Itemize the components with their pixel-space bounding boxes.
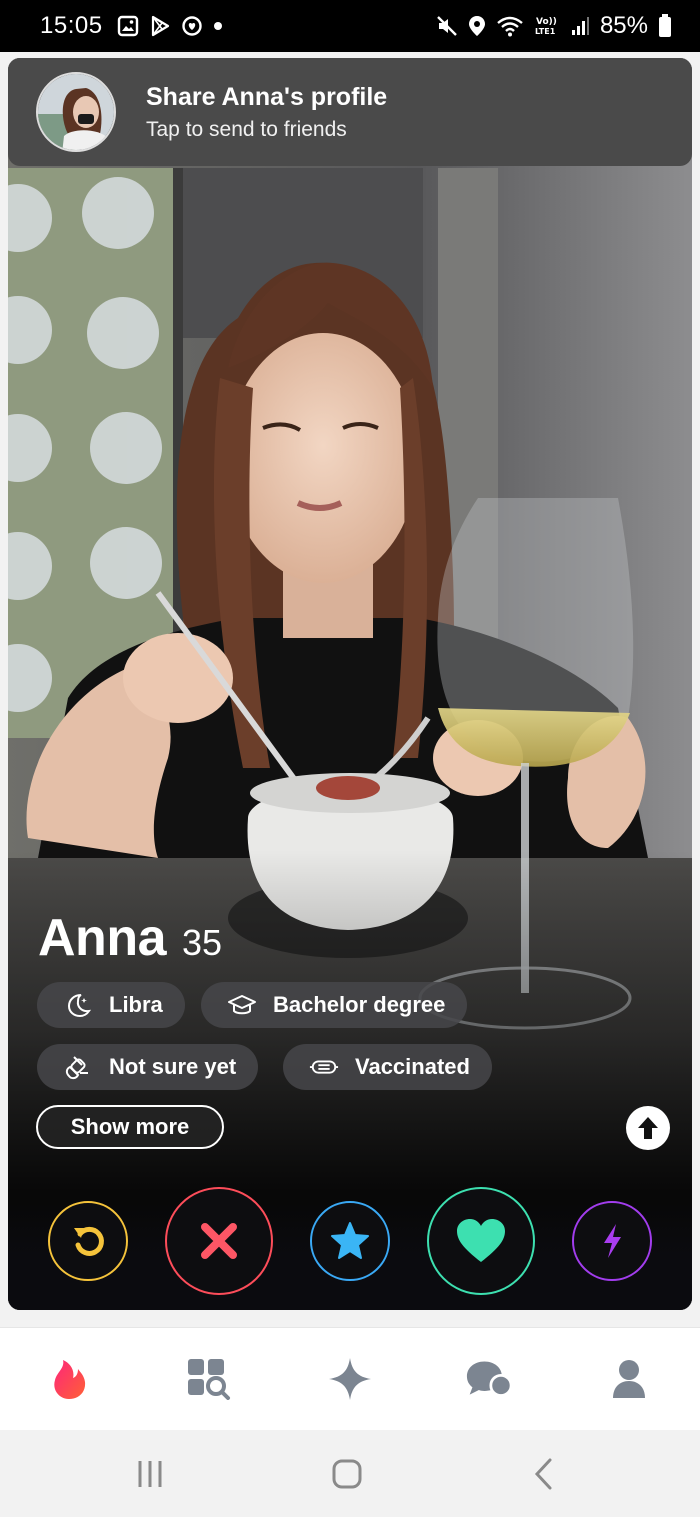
svg-text:LTE1: LTE1	[535, 27, 556, 36]
status-bar: 15:05 Vo)) LTE1 85%	[0, 0, 700, 52]
baby-bottle-icon	[63, 1052, 93, 1082]
chip-label: Not sure yet	[109, 1054, 237, 1079]
tinder-flame-icon	[54, 1360, 86, 1399]
star-icon	[331, 1222, 369, 1259]
nav-discover[interactable]	[46, 1356, 92, 1402]
chip-zodiac: Libra	[37, 982, 185, 1028]
share-subtitle: Tap to send to friends	[146, 117, 347, 141]
chat-icon	[466, 1361, 512, 1397]
home-button[interactable]	[325, 1452, 369, 1496]
spark-icon	[329, 1358, 371, 1400]
expand-profile-button[interactable]	[626, 1106, 670, 1150]
chip-family-plans: Not sure yet	[37, 1044, 259, 1090]
close-icon	[201, 1223, 237, 1259]
back-button[interactable]	[522, 1452, 566, 1496]
share-title: Share Anna's profile	[146, 82, 388, 111]
mute-icon	[437, 16, 457, 36]
avatar-illustration	[38, 74, 114, 150]
wifi-icon	[497, 16, 523, 37]
home-icon	[332, 1459, 362, 1489]
gallery-icon	[117, 15, 138, 37]
rewind-button[interactable]	[48, 1201, 128, 1281]
lte-icon: Vo))LTE1	[535, 17, 557, 36]
chip-label: Vaccinated	[355, 1054, 470, 1079]
profile-name: Anna	[38, 909, 167, 967]
share-avatar	[36, 72, 116, 152]
share-text: Share Anna's profile Tap to send to frie…	[146, 83, 387, 142]
battery-icon	[659, 14, 671, 37]
chip-label: Bachelor degree	[273, 992, 446, 1017]
play-store-icon	[151, 15, 169, 37]
signal-icon	[571, 17, 589, 35]
status-right: Vo)) LTE1 85%	[436, 12, 672, 40]
recents-button[interactable]	[128, 1452, 172, 1496]
svg-text:Vo)): Vo))	[536, 17, 557, 27]
battery-percent: 85%	[599, 12, 648, 39]
nav-messages[interactable]	[466, 1356, 512, 1402]
nope-button[interactable]	[165, 1187, 273, 1295]
nav-explore[interactable]	[186, 1356, 232, 1402]
profile-age: 35	[182, 922, 223, 963]
rewind-icon	[74, 1226, 104, 1256]
arrow-up-icon	[638, 1117, 658, 1139]
graduation-cap-icon	[227, 990, 257, 1020]
bottom-nav	[0, 1327, 700, 1430]
lightning-icon	[604, 1224, 621, 1258]
explore-icon	[188, 1359, 230, 1400]
boost-button[interactable]	[572, 1201, 652, 1281]
tinder-notify-icon	[181, 16, 202, 36]
profile-icon	[613, 1360, 645, 1398]
chip-label: Libra	[109, 992, 163, 1017]
super-like-button[interactable]	[310, 1201, 390, 1281]
heart-icon	[457, 1219, 505, 1262]
system-nav-bar	[0, 1430, 700, 1517]
show-more-button[interactable]: Show more	[36, 1105, 224, 1149]
name-age-row: Anna 35	[38, 908, 222, 968]
recents-icon	[138, 1461, 162, 1487]
dot-icon	[213, 22, 222, 30]
vaccine-icon	[309, 1052, 339, 1082]
nav-spark[interactable]	[327, 1356, 373, 1402]
location-icon	[468, 16, 485, 36]
moon-icon	[63, 990, 93, 1020]
nav-profile[interactable]	[606, 1356, 652, 1402]
back-icon	[534, 1458, 552, 1490]
share-profile-banner[interactable]: Share Anna's profile Tap to send to frie…	[8, 58, 692, 166]
status-time: 15:05	[40, 12, 103, 39]
status-left-icons	[117, 15, 223, 37]
like-button[interactable]	[427, 1187, 535, 1295]
chip-education: Bachelor degree	[201, 982, 468, 1028]
chip-vaccination: Vaccinated	[283, 1044, 492, 1090]
